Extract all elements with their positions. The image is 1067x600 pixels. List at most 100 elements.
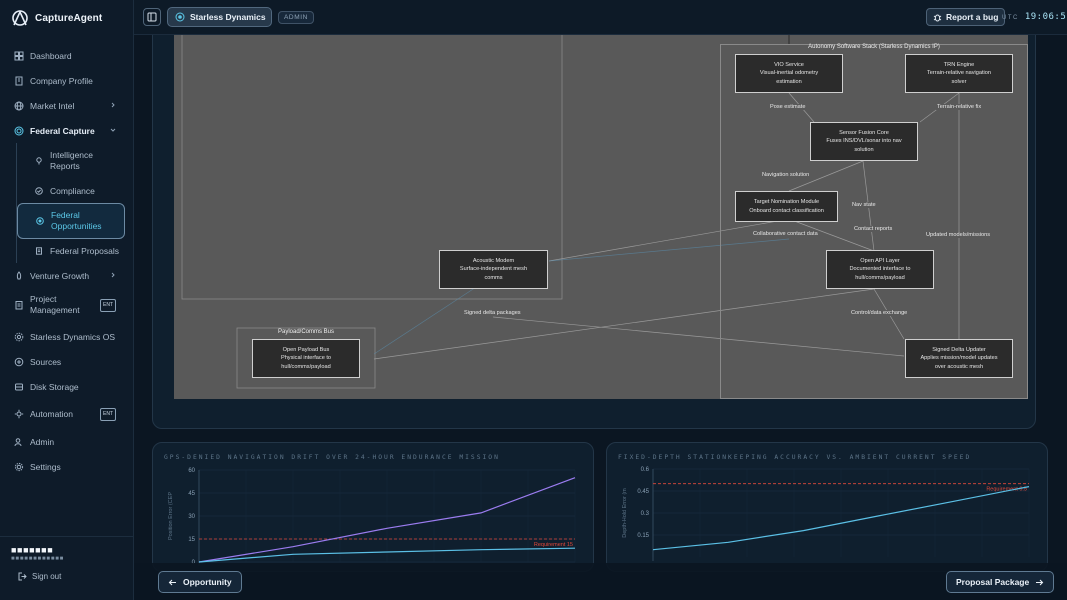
y-axis-label: Position Error (CEP — [168, 492, 174, 540]
sidebar-item-venture-growth[interactable]: Venture Growth — [0, 263, 134, 288]
node-desc: comms — [484, 274, 503, 281]
sidebar-item-label: Sources — [30, 356, 62, 367]
node-signed-delta-updater[interactable]: Signed Delta Updater Applies mission/mod… — [905, 339, 1013, 378]
node-desc: Onboard contact classification — [749, 207, 824, 214]
sidebar-item-label: Starless Dynamics OS — [30, 331, 116, 342]
node-open-api-layer[interactable]: Open API Layer Documented interface to h… — [826, 250, 934, 289]
node-desc: hull/comms/payload — [855, 274, 905, 281]
sidebar-subitem-federal-opportunities[interactable]: Federal Opportunities — [17, 203, 125, 239]
node-desc: Surface-independent mesh — [459, 266, 528, 273]
disk-icon — [14, 382, 24, 392]
sidebar-item-federal-capture[interactable]: Federal Capture — [0, 118, 134, 143]
brand[interactable]: CaptureAgent — [10, 8, 102, 28]
sidebar-item-label: Dashboard — [30, 50, 72, 61]
group-title-autonomy: Autonomy Software Stack (Starless Dynami… — [808, 44, 940, 50]
node-open-payload-bus[interactable]: Open Payload Bus Physical interface to h… — [252, 339, 360, 378]
sidebar-item-market-intel[interactable]: Market Intel — [0, 93, 134, 118]
enterprise-badge: ENT — [100, 408, 116, 421]
node-desc: solver — [951, 78, 967, 85]
reference-label: Requirement 0.5 — [986, 487, 1027, 493]
company-logo-icon — [175, 12, 185, 22]
sidebar-subitem-label: Compliance — [50, 185, 95, 196]
company-selector[interactable]: Starless Dynamics — [167, 7, 272, 27]
node-desc: Documented interface to — [849, 266, 911, 273]
sidebar-item-dashboard[interactable]: Dashboard — [0, 43, 134, 68]
sidebar-subitem-compliance[interactable]: Compliance — [17, 179, 134, 203]
chevron-right-icon — [111, 102, 115, 108]
sidebar-item-label: Venture Growth — [30, 270, 90, 281]
sidebar-item-company-profile[interactable]: Company Profile — [0, 68, 134, 93]
node-trn-engine[interactable]: TRN Engine Terrain-relative navigation s… — [905, 54, 1013, 93]
building-icon — [14, 76, 24, 86]
edge-label: Collaborative contact data — [752, 231, 819, 237]
node-acoustic-modem[interactable]: Acoustic Modem Surface-independent mesh … — [439, 250, 548, 289]
node-desc: estimation — [776, 78, 802, 85]
y-tick-label: 0.6 — [641, 467, 650, 473]
y-tick-label: 15 — [188, 537, 195, 543]
sidebar-item-sources[interactable]: Sources — [0, 349, 134, 374]
sidebar-subitem-label: Federal Opportunities — [51, 210, 102, 231]
target-icon — [14, 126, 24, 136]
sidebar-item-label: Automation — [30, 408, 73, 419]
wizard-footer: Opportunity Proposal Package — [134, 563, 1067, 600]
edge-label: Navigation solution — [761, 172, 811, 178]
document-icon — [36, 247, 42, 255]
chevron-right-icon — [111, 272, 115, 278]
federal-capture-subnav: Intelligence Reports Compliance Federal … — [16, 143, 134, 263]
sidebar-subitem-federal-proposals[interactable]: Federal Proposals — [17, 239, 134, 263]
sign-out-button[interactable]: Sign out — [18, 572, 61, 581]
users-icon — [14, 437, 24, 447]
node-desc: solution — [854, 146, 874, 153]
sidebar-subitem-label: Intelligence Reports — [50, 150, 94, 171]
chart-card-nav-drift: GPS-Denied Navigation Drift over 24-Hour… — [152, 442, 594, 572]
back-opportunity-button[interactable]: Opportunity — [158, 571, 242, 593]
node-target-nomination[interactable]: Target Nomination Module Onboard contact… — [735, 191, 838, 222]
target-icon — [36, 217, 44, 225]
node-title: Sensor Fusion Core — [839, 129, 889, 136]
automation-icon — [14, 409, 24, 419]
nav-drift-chart: Position Error (CEP015304560Requirement … — [168, 468, 576, 566]
top-bar: Starless Dynamics ADMIN Report a bug UTC… — [134, 0, 1067, 35]
sidebar-item-label: Market Intel — [30, 100, 75, 111]
os-icon — [14, 332, 24, 342]
sources-icon — [14, 357, 24, 367]
architecture-diagram[interactable]: Autonomy Software Stack (Starless Dynami… — [174, 35, 1028, 399]
y-tick-label: 0.45 — [637, 489, 649, 495]
lightbulb-icon — [36, 157, 42, 165]
node-title: Open API Layer — [860, 257, 900, 264]
node-desc: Fuses INS/DVL/sonar into nav — [826, 138, 902, 145]
sidebar-item-settings[interactable]: Settings — [0, 454, 134, 479]
sign-out-icon — [18, 572, 27, 581]
next-label: Proposal Package — [956, 577, 1030, 587]
role-badge: ADMIN — [278, 11, 314, 24]
node-desc: Visual-inertial odometry — [759, 70, 819, 77]
edge-label: Terrain-relative fix — [936, 104, 983, 110]
sidebar-item-automation[interactable]: Automation ENT — [0, 399, 134, 429]
globe-icon — [14, 101, 24, 111]
next-proposal-package-button[interactable]: Proposal Package — [946, 571, 1055, 593]
report-bug-button[interactable]: Report a bug — [926, 8, 1006, 26]
node-vio-service[interactable]: VIO Service Visual-inertial odometry est… — [735, 54, 843, 93]
sidebar-toggle-icon — [147, 12, 157, 22]
sidebar-subitem-intelligence-reports[interactable]: Intelligence Reports — [17, 143, 134, 179]
sidebar-item-label: Company Profile — [30, 75, 93, 86]
sidebar-item-admin[interactable]: Admin — [0, 429, 134, 454]
y-tick-label: 30 — [188, 514, 195, 520]
sidebar-item-starless-os[interactable]: Starless Dynamics OS — [0, 324, 134, 349]
node-sensor-fusion-core[interactable]: Sensor Fusion Core Fuses INS/DVL/sonar i… — [810, 122, 918, 161]
rocket-icon — [14, 270, 24, 281]
arrow-right-icon — [1036, 579, 1044, 585]
brand-logo-icon — [12, 10, 28, 26]
sidebar-item-project-management[interactable]: Project Management ENT — [0, 288, 134, 322]
edge-label: Signed delta packages — [463, 310, 522, 316]
chart-card-stationkeeping: Fixed-Depth Stationkeeping Accuracy vs. … — [606, 442, 1048, 572]
back-label: Opportunity — [183, 577, 232, 587]
node-desc: over acoustic mesh — [934, 363, 984, 370]
node-title: Acoustic Modem — [472, 257, 515, 264]
sidebar-item-disk-storage[interactable]: Disk Storage — [0, 374, 134, 399]
toggle-sidebar-button[interactable] — [143, 8, 161, 26]
node-title: Target Nomination Module — [753, 199, 820, 205]
sidebar-subitem-label: Federal Proposals — [50, 245, 119, 256]
dashboard-icon — [14, 51, 24, 61]
edge-label: Pose estimate — [769, 104, 807, 110]
